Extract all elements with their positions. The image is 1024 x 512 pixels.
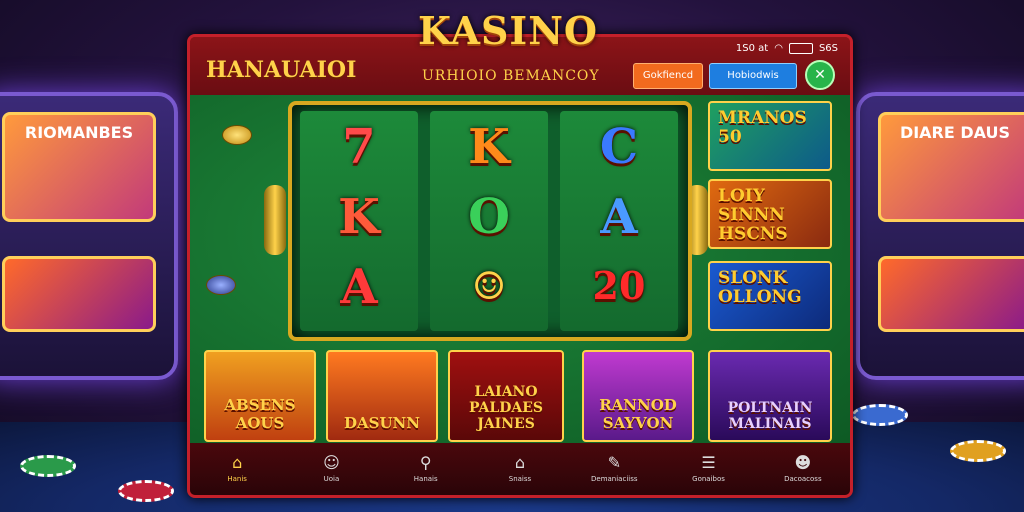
background-chip <box>852 404 908 426</box>
casino-app-window: HANAUAIOI URHIOIO BEMANCOY 1S0 at ◠ S6S … <box>187 34 853 498</box>
chip-icon <box>206 275 236 295</box>
reel-symbol: C <box>599 119 639 175</box>
nav-label: Dacoacoss <box>784 475 822 483</box>
status-text: 1S0 at <box>735 43 769 54</box>
promo-card[interactable]: MRANOS 50 <box>708 101 832 171</box>
nav-item-5[interactable]: ✎ Demaniaciiss <box>574 453 654 484</box>
background-chip <box>118 480 174 502</box>
nav-item-search[interactable]: ⚲ Hanais <box>386 453 466 484</box>
game-tile[interactable]: ABSENS AOUS <box>204 350 316 442</box>
reel-symbol: 7 <box>342 119 376 175</box>
edit-icon: ✎ <box>607 453 621 472</box>
bottom-navigation: ⌂ Hanis ☺ Uoia ⚲ Hanais ⌂ Snaiss ✎ Deman… <box>190 443 850 495</box>
nav-item-2[interactable]: ☺ Uoia <box>291 453 371 484</box>
promo-card[interactable]: LOIY SINNN HSCNS <box>708 179 832 249</box>
game-tile[interactable]: RANNOD SAYVON <box>582 350 694 442</box>
search-icon: ⚲ <box>419 453 432 472</box>
slot-reels[interactable]: 7 K A K O ☺ C A 20 <box>288 101 692 341</box>
app-subtitle: URHIOIO BEMANCOY <box>422 68 600 84</box>
nav-item-6[interactable]: ☰ Gonaibos <box>669 453 749 484</box>
reel-2: K O ☺ <box>430 111 548 331</box>
game-tile[interactable]: POLTNAIN MALINAIS <box>708 350 832 442</box>
status-text-right: S6S <box>818 43 838 54</box>
reel-symbol: K <box>468 119 510 175</box>
nav-label: Snaiss <box>508 475 532 483</box>
nav-item-profile[interactable]: ☻ Dacoacoss <box>763 453 843 484</box>
brand-name: HANAUAIOI <box>206 57 357 83</box>
nav-item-4[interactable]: ⌂ Snaiss <box>480 453 560 484</box>
home-icon: ⌂ <box>232 453 243 472</box>
reel-3: C A 20 <box>560 111 678 331</box>
wifi-icon: ◠ <box>774 43 783 54</box>
nav-label: Hanis <box>227 475 247 483</box>
nav-label: Demaniaciiss <box>591 475 638 483</box>
reel-symbol: A <box>600 189 638 245</box>
nav-label: Uoia <box>323 475 340 483</box>
game-title: POLTNAIN MALINAIS <box>727 400 813 432</box>
reel-symbol: O <box>468 189 510 245</box>
battery-icon <box>788 43 813 54</box>
game-area: 7 K A K O ☺ C A 20 MRANOS 50 LOIY SINNN … <box>190 95 850 443</box>
reel-symbol: K <box>338 189 380 245</box>
promo-card[interactable]: SLONK OLLONG <box>708 261 832 331</box>
reel-symbol: A <box>340 259 378 315</box>
reel-handle-left <box>264 185 286 255</box>
background-slot-machine-right: DIARE DAUS <box>856 92 1024 380</box>
background-slot-machine-left: RIOMANBES <box>0 92 178 380</box>
list-icon: ☰ <box>701 453 716 472</box>
nav-label: Gonaibos <box>692 475 725 483</box>
background-machine-screen: DIARE DAUS <box>878 112 1024 222</box>
header-button-orange[interactable]: Gokfiencd <box>633 63 703 89</box>
reel-symbol: 20 <box>592 263 646 308</box>
background-chip <box>20 455 76 477</box>
nav-label: Hanais <box>413 475 438 483</box>
coin-icon <box>222 125 252 145</box>
background-machine-screen: RIOMANBES <box>2 112 156 222</box>
smiley-icon: ☺ <box>323 453 340 472</box>
game-tile[interactable]: DASUNN <box>326 350 438 442</box>
header-button-blue[interactable]: Hobiodwis <box>709 63 797 89</box>
background-chip <box>950 440 1006 462</box>
background-machine-reels <box>878 256 1024 332</box>
game-title: ABSENS AOUS <box>224 396 296 432</box>
app-logo: KASINO <box>418 8 599 53</box>
game-title: DASUNN <box>344 414 420 432</box>
background-machine-reels <box>2 256 156 332</box>
nav-item-home[interactable]: ⌂ Hanis <box>197 453 277 484</box>
game-title: RANNOD SAYVON <box>599 396 677 432</box>
game-tile[interactable]: LAIANO PALDAES JAINES <box>448 350 564 442</box>
user-icon: ☻ <box>794 453 812 472</box>
reel-symbol: ☺ <box>471 263 507 308</box>
game-title: LAIANO PALDAES JAINES <box>469 384 543 432</box>
tower-icon: ⌂ <box>514 453 526 472</box>
close-icon[interactable]: ✕ <box>805 60 835 90</box>
reel-1: 7 K A <box>300 111 418 331</box>
status-bar: 1S0 at ◠ S6S <box>736 43 838 54</box>
